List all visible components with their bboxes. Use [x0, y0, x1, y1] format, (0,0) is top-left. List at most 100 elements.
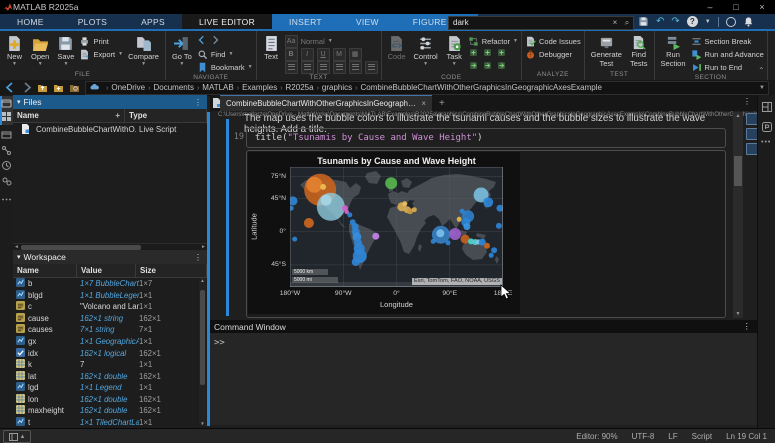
find-tests-button[interactable]: Find Tests: [627, 33, 651, 70]
scroll-up-icon[interactable]: ▲: [199, 278, 206, 283]
format-more-button[interactable]: ▦: [349, 48, 362, 61]
list-format-button[interactable]: [349, 61, 362, 74]
forward-icon[interactable]: [21, 82, 32, 93]
editor-scrollbar[interactable]: ▲ ▼: [733, 112, 743, 318]
tsunami-bubble[interactable]: [463, 223, 470, 230]
breadcrumb-item[interactable]: MATLAB: [202, 83, 233, 92]
run-section-button[interactable]: Run Section: [658, 33, 689, 70]
run-and-advance-button[interactable]: Run and Advance: [691, 48, 764, 60]
list-format-button[interactable]: [365, 61, 378, 74]
tsunami-bubble[interactable]: [306, 177, 322, 193]
tsunami-bubble[interactable]: [385, 177, 397, 189]
more-icon[interactable]: •••: [761, 139, 771, 146]
tab-live-editor[interactable]: LIVE EDITOR: [182, 14, 272, 29]
tsunami-bubble[interactable]: [372, 233, 379, 240]
tab-home[interactable]: HOME: [0, 14, 61, 29]
file-row[interactable]: CombineBubbleChartWithO... Live Script: [13, 123, 207, 136]
run-button[interactable]: Run▼: [771, 33, 775, 69]
tsunami-bubble[interactable]: [446, 240, 451, 245]
tsunami-bubble[interactable]: [320, 184, 326, 190]
panels-icon[interactable]: [762, 102, 772, 112]
find-button[interactable]: Find▼: [197, 48, 253, 60]
workspace-row[interactable]: cause 162×1 string 162×1: [13, 313, 207, 325]
tab-view[interactable]: VIEW: [339, 14, 396, 29]
figure-output[interactable]: Tsunamis by Cause and Wave Height: [248, 152, 520, 314]
files-panel-header[interactable]: ▾ Files ⋮: [13, 95, 207, 109]
breadcrumb-item[interactable]: OneDrive: [111, 83, 145, 92]
search-input[interactable]: [449, 18, 609, 27]
workspace-row[interactable]: t 1×1 TiledChartLay... 1×1: [13, 417, 207, 429]
compare-button[interactable]: Compare▼: [125, 33, 162, 69]
format-i-button[interactable]: I: [301, 48, 314, 61]
tsunami-bubble[interactable]: [317, 193, 345, 221]
collapse-icon[interactable]: ▾: [17, 253, 21, 261]
list-format-button[interactable]: [301, 61, 314, 74]
redo-icon[interactable]: ↷: [671, 16, 679, 27]
search-icon[interactable]: ⌕: [621, 18, 633, 28]
minimize-button[interactable]: –: [697, 0, 723, 14]
files-column-name[interactable]: Name+: [13, 109, 125, 122]
code-line[interactable]: title("Tsunamis by Cause and Wave Height…: [246, 128, 726, 148]
tsunami-bubble[interactable]: [352, 258, 360, 266]
workspace-row[interactable]: idx 162×1 logical 162×1: [13, 347, 207, 359]
workspace-row[interactable]: k 7 1×1: [13, 359, 207, 371]
path-dropdown-icon[interactable]: ▼: [756, 85, 768, 91]
run-to-end-button[interactable]: Run to End: [691, 61, 764, 73]
workspace-row[interactable]: gx 1×1 GeographicA... 1×1: [13, 336, 207, 348]
undo-icon[interactable]: ↶: [656, 16, 664, 27]
workspace-column-value[interactable]: Value: [77, 264, 136, 277]
tsunami-bubble[interactable]: [402, 201, 407, 206]
workspace-row[interactable]: blgd 1×1 BubbleLegend 1×1: [13, 290, 207, 302]
workspace-row[interactable]: lat 162×1 double 162×1: [13, 370, 207, 382]
workspace-row[interactable]: maxheight 162×1 double 162×1: [13, 405, 207, 417]
new-folder-icon[interactable]: [53, 82, 64, 93]
tsunami-bubble[interactable]: [292, 237, 297, 242]
tab-apps[interactable]: APPS: [124, 14, 182, 29]
archive-icon[interactable]: [1, 129, 12, 140]
save-icon[interactable]: [638, 16, 649, 27]
list-format-button[interactable]: [317, 61, 330, 74]
bookmark-button[interactable]: Bookmark▼: [197, 61, 253, 73]
breadcrumb-item[interactable]: graphics: [322, 83, 352, 92]
tsunami-bubble[interactable]: [491, 247, 497, 253]
close-button[interactable]: ×: [749, 0, 775, 14]
breadcrumb-item[interactable]: Examples: [242, 83, 277, 92]
tsunami-bubble[interactable]: [489, 253, 494, 258]
command-prompt[interactable]: >>: [214, 338, 225, 348]
workspace-row[interactable]: lgd 1×1 Legend 1×1: [13, 382, 207, 394]
scroll-up-icon[interactable]: ▲: [733, 113, 743, 119]
format-b-button[interactable]: B: [285, 48, 298, 61]
tsunami-bubble[interactable]: [449, 228, 461, 240]
tsunami-bubble[interactable]: [321, 195, 332, 206]
workspace-column-name[interactable]: Name: [13, 264, 77, 277]
format-m-button[interactable]: M: [333, 48, 346, 61]
new-tab-button[interactable]: +: [432, 95, 452, 111]
files-menu-icon[interactable]: ⋮: [194, 98, 203, 107]
ribbon-collapse-icon[interactable]: ⌃: [758, 66, 765, 75]
open-button[interactable]: Open▼: [28, 33, 52, 69]
task-button[interactable]: Task▼: [443, 33, 466, 69]
breadcrumb-item[interactable]: Documents: [153, 83, 193, 92]
workspace-row[interactable]: c "Volcano and Lan... 1×1: [13, 301, 207, 313]
tsunami-bubble[interactable]: [436, 229, 444, 237]
tsunami-bubble[interactable]: [304, 218, 314, 228]
scroll-down-icon[interactable]: ▼: [733, 311, 743, 317]
search-clear-icon[interactable]: ×: [609, 18, 621, 27]
editor-tab[interactable]: CombineBubbleChartWithOtherGraphicsInGeo…: [220, 95, 432, 111]
panel-toggle-button[interactable]: ▲: [3, 430, 31, 443]
breadcrumb-item[interactable]: R2025a: [286, 83, 314, 92]
more-icon[interactable]: [1, 194, 12, 205]
list-format-button[interactable]: [285, 61, 298, 74]
workspace-row[interactable]: causes 7×1 string 7×1: [13, 324, 207, 336]
tsunami-bubble[interactable]: [347, 212, 352, 217]
grid-view-icon[interactable]: [1, 111, 12, 122]
browse-folder-icon[interactable]: [69, 82, 80, 93]
workspace-row[interactable]: lon 162×1 double 162×1: [13, 393, 207, 405]
tsunami-bubble[interactable]: [496, 223, 502, 229]
export-button[interactable]: Export▼: [79, 48, 123, 60]
history-icon[interactable]: [1, 160, 12, 171]
dropdown-icon[interactable]: ▼: [705, 19, 711, 25]
go-to-button[interactable]: Go To▼: [169, 33, 195, 69]
tsunami-bubble[interactable]: [412, 207, 417, 212]
command-window-header[interactable]: Command Window ⋮: [210, 320, 757, 333]
